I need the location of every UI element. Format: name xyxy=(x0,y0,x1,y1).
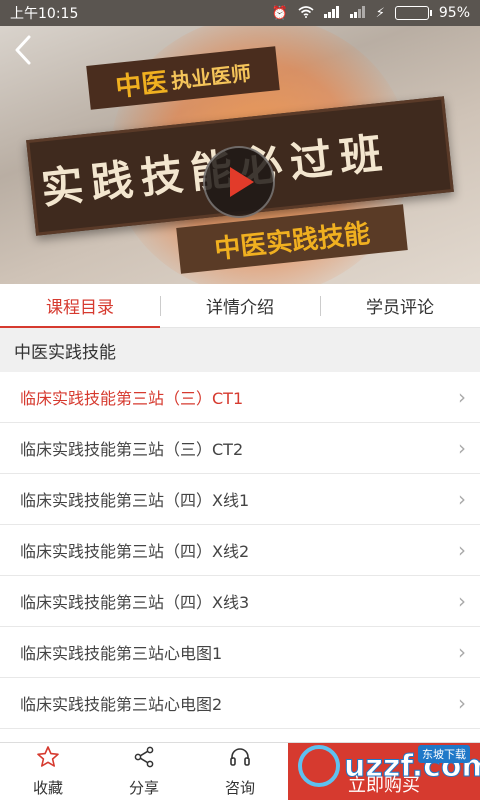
lesson-title: 临床实践技能第三站（三）CT2 xyxy=(20,440,244,459)
lesson-item[interactable]: 临床实践技能第三站（三）CT1 › xyxy=(0,372,480,423)
lesson-title: 临床实践技能第三站（四）X线1 xyxy=(20,491,250,510)
back-icon[interactable] xyxy=(12,34,34,72)
headset-icon xyxy=(228,745,252,774)
signal-icon-2 xyxy=(349,5,366,21)
bottom-action-bar: 收藏 分享 咨询 uzzf.com 东坡下载 立即购买 xyxy=(0,742,480,800)
banner-tag-top-sub: 执业医师 xyxy=(169,60,253,93)
lesson-list: 临床实践技能第三站（三）CT1 › 临床实践技能第三站（三）CT2 › 临床实践… xyxy=(0,372,480,729)
section-header: 中医实践技能 xyxy=(0,328,480,372)
share-button[interactable]: 分享 xyxy=(96,743,192,800)
lesson-item[interactable]: 临床实践技能第三站（三）CT2 › xyxy=(0,423,480,474)
tab-bar: 课程目录 详情介绍 学员评论 xyxy=(0,284,480,328)
consult-button[interactable]: 咨询 xyxy=(192,743,288,800)
chevron-right-icon: › xyxy=(458,589,466,613)
favorite-label: 收藏 xyxy=(32,779,63,797)
lesson-title: 临床实践技能第三站（四）X线3 xyxy=(20,593,250,612)
favorite-button[interactable]: 收藏 xyxy=(0,743,96,800)
chevron-right-icon: › xyxy=(458,436,466,460)
alarm-icon: ⏰ xyxy=(271,5,288,21)
tab-details[interactable]: 详情介绍 xyxy=(160,284,320,327)
status-time: 上午10:15 xyxy=(10,6,79,22)
battery-icon xyxy=(394,6,432,20)
wifi-icon xyxy=(298,5,314,21)
lesson-item[interactable]: 临床实践技能第三站（四）X线1 › xyxy=(0,474,480,525)
signal-icon xyxy=(323,5,340,21)
charging-icon: ⚡ xyxy=(375,5,385,21)
lesson-title: 临床实践技能第三站心电图2 xyxy=(20,695,223,714)
chevron-right-icon: › xyxy=(458,385,466,409)
chevron-right-icon: › xyxy=(458,640,466,664)
consult-label: 咨询 xyxy=(224,779,255,797)
lesson-title: 临床实践技能第三站（四）X线2 xyxy=(20,542,250,561)
lesson-item[interactable]: 临床实践技能第三站心电图1 › xyxy=(0,627,480,678)
course-video[interactable]: 中医执业医师 实践技能必过班 中医实践技能 xyxy=(0,26,480,284)
tab-course-catalog[interactable]: 课程目录 xyxy=(0,284,160,328)
tab-reviews[interactable]: 学员评论 xyxy=(320,284,480,327)
lesson-item[interactable]: 临床实践技能第三站心电图2 › xyxy=(0,678,480,729)
share-label: 分享 xyxy=(128,779,159,797)
buy-now-button[interactable]: uzzf.com 东坡下载 立即购买 xyxy=(288,743,480,800)
share-icon xyxy=(132,745,156,774)
play-button[interactable] xyxy=(203,146,275,218)
tab-divider xyxy=(320,296,321,316)
status-icons: ⏰ ⚡ 95% xyxy=(272,5,470,21)
section-title: 中医实践技能 xyxy=(14,342,116,363)
tab-divider xyxy=(160,296,161,316)
chevron-right-icon: › xyxy=(458,691,466,715)
watermark-badge: 东坡下载 xyxy=(418,745,470,763)
watermark-logo-icon xyxy=(298,745,340,787)
status-bar: 上午10:15 ⏰ ⚡ 95% xyxy=(0,0,480,26)
play-icon xyxy=(230,167,254,197)
lesson-item[interactable]: 临床实践技能第三站（四）X线3 › xyxy=(0,576,480,627)
lesson-item[interactable]: 临床实践技能第三站（四）X线2 › xyxy=(0,525,480,576)
buy-now-label: 立即购买 xyxy=(348,774,420,796)
lesson-title: 临床实践技能第三站心电图1 xyxy=(20,644,223,663)
banner-tag-top-main: 中医 xyxy=(114,67,169,103)
battery-percent: 95% xyxy=(438,5,470,21)
star-icon xyxy=(36,745,60,774)
chevron-right-icon: › xyxy=(458,538,466,562)
chevron-right-icon: › xyxy=(458,487,466,511)
lesson-title: 临床实践技能第三站（三）CT1 xyxy=(20,389,244,408)
